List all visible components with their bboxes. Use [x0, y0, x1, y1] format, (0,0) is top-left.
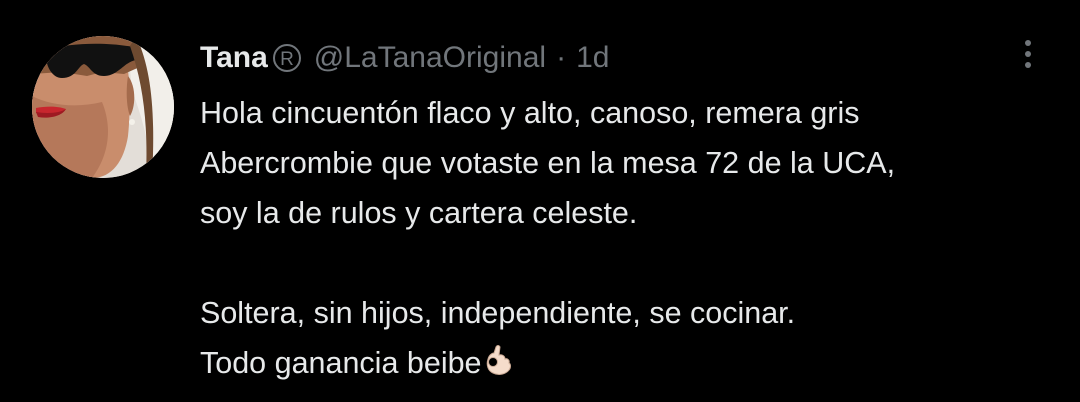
registered-r-icon: R [272, 43, 302, 73]
tweet-card[interactable]: Tana R @LaTanaOriginal · 1d Hola cincuen… [0, 0, 1080, 402]
tweet-text-line-last: Todo ganancia beibe [200, 338, 1060, 388]
avatar[interactable] [32, 36, 174, 178]
author-handle[interactable]: @LaTanaOriginal [314, 41, 546, 75]
more-vertical-icon[interactable] [1010, 34, 1046, 74]
tweet-header: Tana R @LaTanaOriginal · 1d [200, 38, 609, 78]
tweet-text-line: Abercrombie que votaste en la mesa 72 de… [200, 146, 896, 180]
svg-text:R: R [280, 49, 294, 70]
tweet-text-line: soy la de rulos y cartera celeste. [200, 196, 638, 230]
tweet-text-line: Soltera, sin hijos, independiente, se co… [200, 296, 796, 330]
ok-hand-emoji-icon [484, 342, 514, 392]
separator-dot: · [556, 41, 567, 74]
tweet-text-line: Todo ganancia beibe [200, 346, 482, 380]
author-name[interactable]: Tana [200, 41, 268, 75]
avatar-image [32, 36, 174, 178]
tweet-text-line: Hola cincuentón flaco y alto, canoso, re… [200, 96, 860, 130]
timestamp[interactable]: 1d [576, 41, 609, 75]
tweet-text: Hola cincuentón flaco y alto, canoso, re… [200, 88, 1060, 388]
